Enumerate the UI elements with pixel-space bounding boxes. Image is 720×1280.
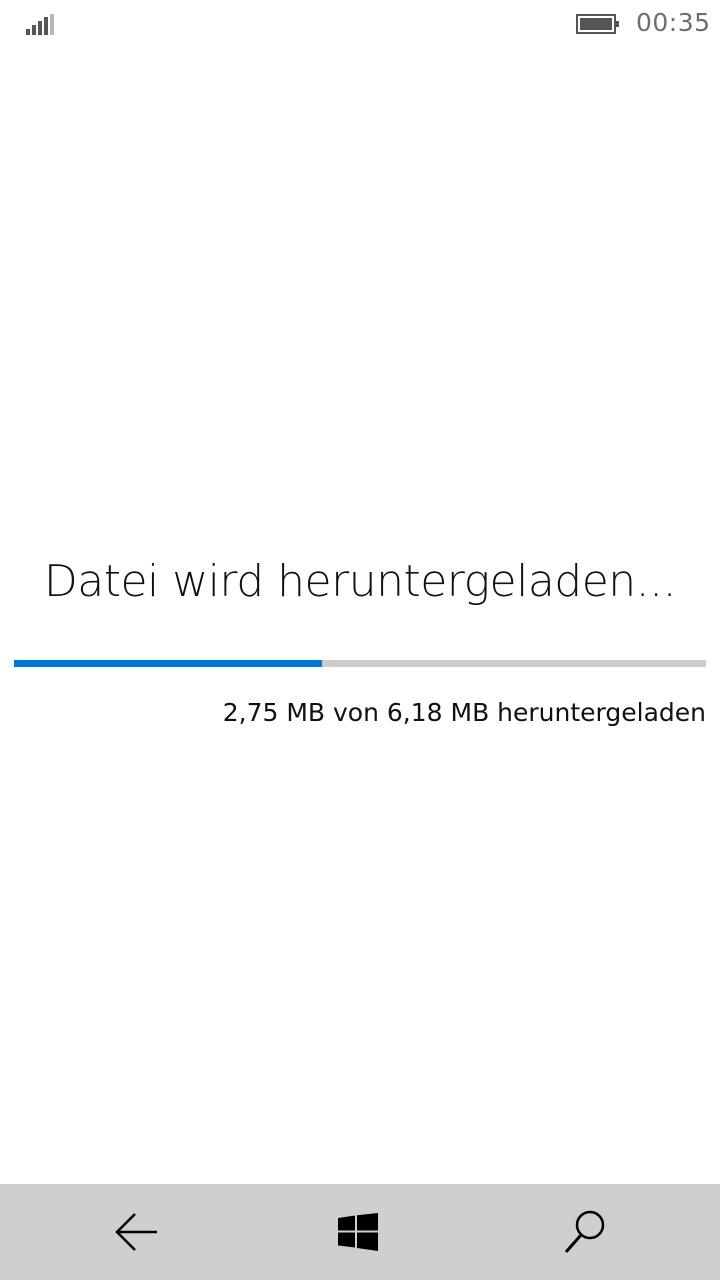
start-button[interactable]: [330, 1204, 386, 1260]
download-progress-bar: [14, 660, 706, 667]
status-bar: 00:35: [0, 0, 720, 48]
signal-strength-icon: [26, 14, 54, 35]
back-arrow-icon: [115, 1213, 157, 1251]
search-icon: [564, 1210, 605, 1253]
windows-logo-icon: [338, 1213, 378, 1251]
clock: 00:35: [636, 8, 711, 37]
search-button[interactable]: [556, 1204, 612, 1260]
back-button[interactable]: [108, 1204, 164, 1260]
download-title: Datei wird heruntergeladen...: [43, 556, 677, 607]
download-progress-text: 2,75 MB von 6,18 MB heruntergeladen: [222, 698, 706, 727]
download-progress-fill: [14, 660, 322, 667]
battery-icon: [576, 14, 619, 34]
navigation-bar: [0, 1184, 720, 1280]
